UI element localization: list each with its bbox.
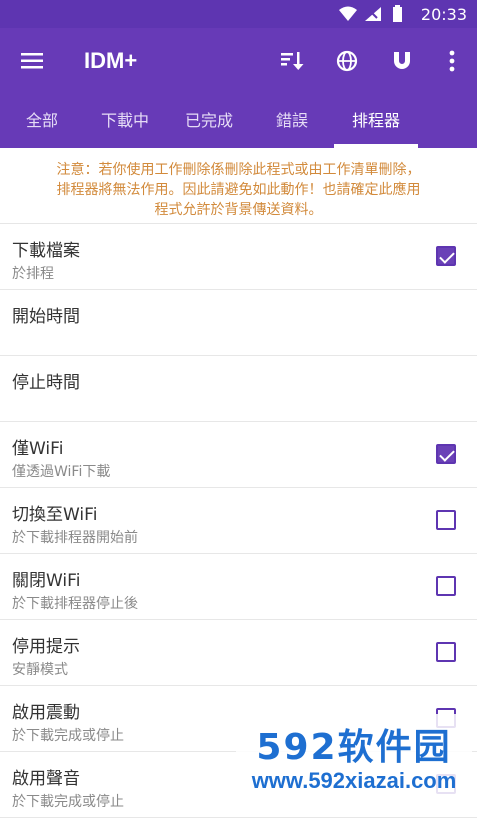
app-bar: IDM+ xyxy=(0,28,477,94)
setting-title: 關閉WiFi xyxy=(12,571,81,591)
menu-icon[interactable] xyxy=(16,44,50,78)
setting-row-disable-notification[interactable]: 停用提示 安靜模式 xyxy=(0,620,477,686)
more-vert-icon[interactable] xyxy=(435,44,469,78)
setting-row-turn-off-wifi[interactable]: 關閉WiFi 於下載排程器停止後 xyxy=(0,554,477,620)
setting-title: 切換至WiFi xyxy=(12,505,98,525)
notice-line-3: 程式允許於背景傳送資料。 xyxy=(154,202,323,218)
tab-scheduler[interactable]: 排程器 xyxy=(334,94,418,148)
setting-title: 僅WiFi xyxy=(12,439,64,459)
setting-subtitle: 於排程 xyxy=(12,266,54,282)
setting-checkbox[interactable] xyxy=(436,642,456,662)
tab-downloading[interactable]: 下載中 xyxy=(92,94,158,148)
setting-title: 下載檔案 xyxy=(12,241,80,261)
setting-title: 停用提示 xyxy=(12,637,80,657)
watermark-brand: 592软件园 xyxy=(256,727,452,768)
setting-title: 啟用震動 xyxy=(12,703,80,723)
status-time: 20:33 xyxy=(420,5,467,24)
battery-icon xyxy=(393,7,402,22)
tab-indicator xyxy=(334,144,418,148)
status-icons xyxy=(337,5,407,23)
setting-subtitle: 於下載完成或停止 xyxy=(12,794,124,810)
setting-checkbox[interactable] xyxy=(436,576,456,596)
tab-all[interactable]: 全部 xyxy=(10,94,74,148)
setting-title: 開始時間 xyxy=(12,307,80,327)
setting-subtitle: 於下載排程器停止後 xyxy=(12,596,138,612)
tab-completed[interactable]: 已完成 xyxy=(176,94,242,148)
setting-title: 停止時間 xyxy=(12,373,80,393)
setting-row-wifi-only[interactable]: 僅WiFi 僅透過WiFi下載 xyxy=(0,422,477,488)
setting-row-stop-time[interactable]: 停止時間 xyxy=(0,356,477,422)
notice-line-1: 注意：若你使用工作刪除係刪除此程式或由工作清單刪除， xyxy=(56,162,421,178)
setting-row-download-files[interactable]: 下載檔案 於排程 xyxy=(0,224,477,290)
status-bar: 20:33 xyxy=(0,0,477,28)
watermark: 592软件园 www.592xiazai.com xyxy=(236,714,472,800)
wifi-icon xyxy=(339,5,402,22)
scheduler-notice: 注意：若你使用工作刪除係刪除此程式或由工作清單刪除， 排程器將無法作用。因此請避… xyxy=(0,150,477,224)
setting-subtitle: 安靜模式 xyxy=(12,662,68,678)
watermark-url: www.592xiazai.com xyxy=(251,768,457,793)
notice-line-2: 排程器將無法作用。因此請避免如此動作！也請確定此應用 xyxy=(56,182,421,198)
setting-title: 啟用聲音 xyxy=(12,769,80,789)
setting-subtitle: 於下載排程器開始前 xyxy=(12,530,138,546)
setting-subtitle: 僅透過WiFi下載 xyxy=(12,464,111,480)
setting-checkbox[interactable] xyxy=(436,444,456,464)
setting-subtitle: 於下載完成或停止 xyxy=(12,728,124,744)
app-title: IDM+ xyxy=(84,48,138,73)
sort-icon[interactable] xyxy=(274,44,308,78)
setting-checkbox[interactable] xyxy=(436,510,456,530)
tab-bar: 全部 下載中 已完成 錯誤 排程器 xyxy=(0,94,477,148)
globe-icon[interactable] xyxy=(330,44,364,78)
tab-errors[interactable]: 錯誤 xyxy=(262,94,322,148)
setting-row-start-time[interactable]: 開始時間 xyxy=(0,290,477,356)
setting-row-switch-to-wifi[interactable]: 切換至WiFi 於下載排程器開始前 xyxy=(0,488,477,554)
setting-checkbox[interactable] xyxy=(436,246,456,266)
magnet-icon[interactable] xyxy=(385,44,419,78)
